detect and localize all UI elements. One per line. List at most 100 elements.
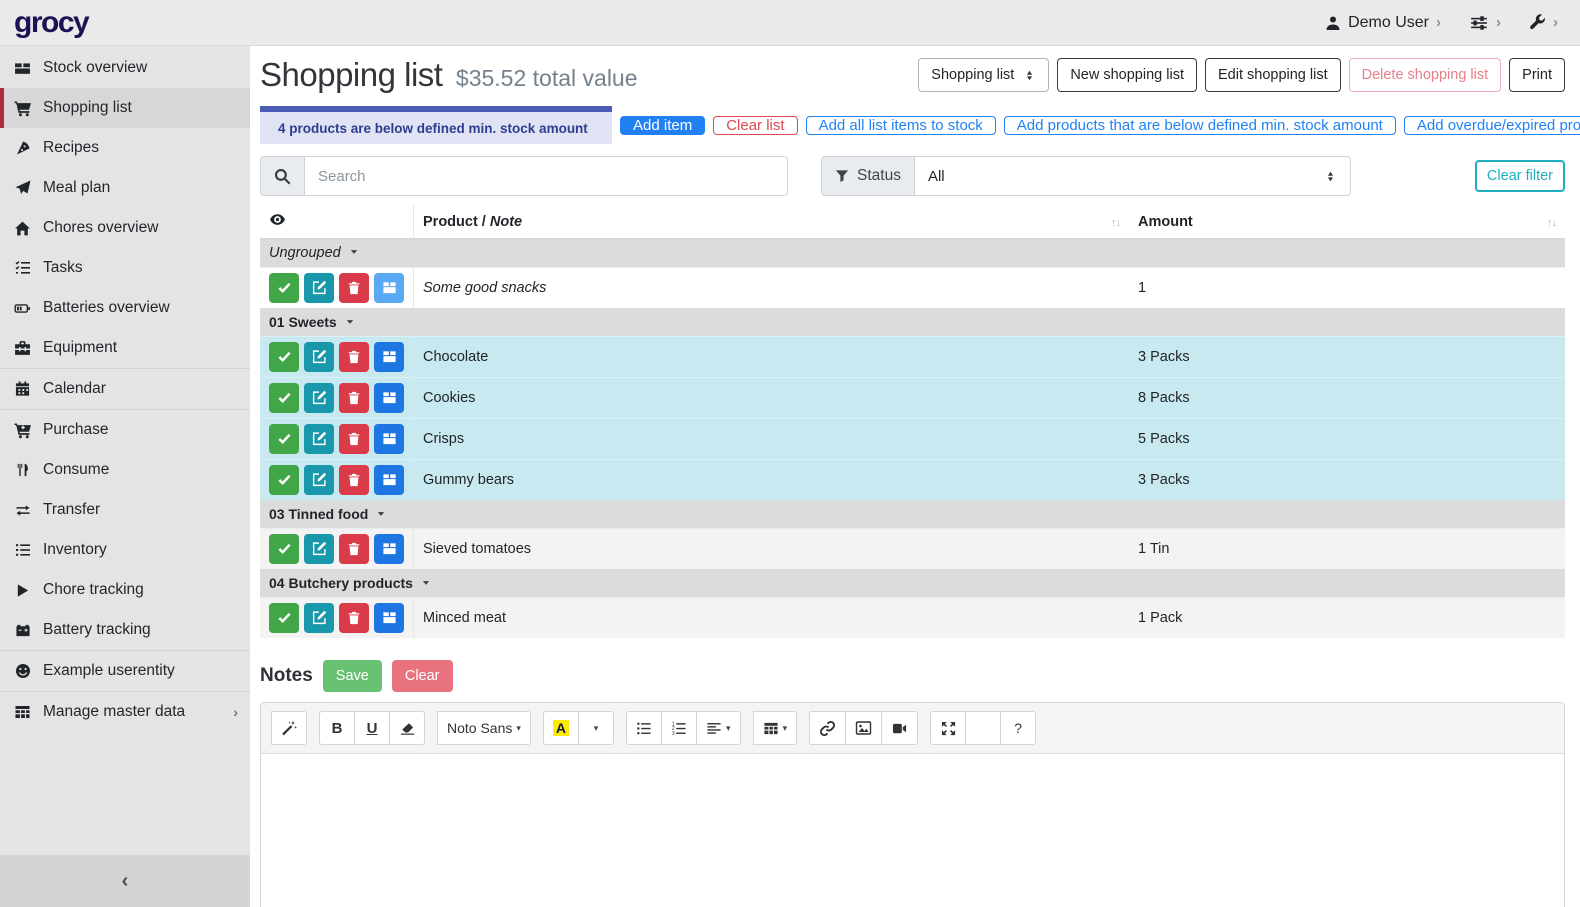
caret-down-icon (376, 506, 386, 522)
clear-format-button[interactable] (389, 711, 425, 745)
sidebar-item-recipes[interactable]: Recipes (0, 128, 250, 168)
product-name: Cookies (423, 390, 475, 406)
sidebar-item-purchase[interactable]: Purchase (0, 410, 250, 450)
clear-list-button[interactable]: Clear list (713, 116, 797, 135)
search-group (260, 156, 788, 196)
highlight-color-button[interactable]: A (543, 711, 579, 745)
row-delete-button[interactable] (339, 383, 369, 413)
row-edit-button[interactable] (304, 424, 334, 454)
row-delete-button[interactable] (339, 534, 369, 564)
settings-menu[interactable]: › (1469, 14, 1501, 32)
status-select[interactable]: All (915, 156, 1351, 196)
product-name: Minced meat (423, 610, 506, 626)
column-visibility-header[interactable] (260, 205, 414, 239)
sidebar-item-example-userentity[interactable]: Example userentity (0, 651, 250, 691)
row-edit-button[interactable] (304, 273, 334, 303)
sidebar-item-batteries-overview[interactable]: Batteries overview (0, 288, 250, 328)
unordered-list-button[interactable] (626, 711, 662, 745)
sidebar-item-manage-master-data[interactable]: Manage master data› (0, 692, 250, 732)
row-add-to-stock-button[interactable] (374, 342, 404, 372)
sidebar-item-stock-overview[interactable]: Stock overview (0, 48, 250, 88)
sidebar-item-inventory[interactable]: Inventory (0, 530, 250, 570)
row-edit-button[interactable] (304, 603, 334, 633)
sidebar-item-calendar[interactable]: Calendar (0, 369, 250, 409)
add-products-that-are-below-defined-min-stock-amount-button[interactable]: Add products that are below defined min.… (1004, 116, 1396, 135)
sidebar-item-tasks[interactable]: Tasks (0, 248, 250, 288)
row-add-to-stock-button[interactable] (374, 273, 404, 303)
underline-button[interactable]: U (354, 711, 390, 745)
sidebar-item-equipment[interactable]: Equipment (0, 328, 250, 368)
notes-editor-area[interactable] (261, 754, 1564, 907)
min-stock-banner[interactable]: 4 products are below defined min. stock … (260, 106, 612, 144)
ordered-list-button[interactable]: 123 (661, 711, 697, 745)
sidebar-item-meal-plan[interactable]: Meal plan (0, 168, 250, 208)
sidebar-collapse-button[interactable]: ‹ (0, 855, 250, 907)
sidebar-item-battery-tracking[interactable]: Battery tracking (0, 610, 250, 650)
admin-menu[interactable]: › (1529, 14, 1558, 31)
group-header-ungrouped[interactable]: Ungrouped (260, 239, 1565, 267)
code-view-button[interactable] (965, 711, 1001, 745)
search-input[interactable] (305, 156, 788, 196)
add-overdue-expired-products-button[interactable]: Add overdue/expired products (1404, 116, 1580, 135)
row-add-to-stock-button[interactable] (374, 534, 404, 564)
row-delete-button[interactable] (339, 342, 369, 372)
row-done-button[interactable] (269, 342, 299, 372)
row-done-button[interactable] (269, 465, 299, 495)
insert-table-button[interactable]: ▾ (753, 711, 798, 745)
group-header-04-butchery-products[interactable]: 04 Butchery products (260, 569, 1565, 597)
print-button[interactable]: Print (1509, 58, 1565, 92)
user-menu[interactable]: Demo User › (1325, 14, 1441, 32)
sidebar-item-shopping-list[interactable]: Shopping list (0, 88, 250, 128)
sidebar-item-consume[interactable]: Consume (0, 450, 250, 490)
row-edit-button[interactable] (304, 534, 334, 564)
row-delete-button[interactable] (339, 465, 369, 495)
row-edit-button[interactable] (304, 465, 334, 495)
paragraph-style-button[interactable]: ▾ (696, 711, 741, 745)
unordered-list-icon (636, 721, 652, 736)
trash-icon (347, 473, 361, 487)
row-add-to-stock-button[interactable] (374, 424, 404, 454)
font-family-button[interactable]: Noto Sans▾ (437, 711, 531, 745)
toolbar-group: Noto Sans▾ (437, 711, 531, 745)
insert-picture-button[interactable] (845, 711, 882, 745)
row-done-button[interactable] (269, 534, 299, 564)
row-delete-button[interactable] (339, 273, 369, 303)
row-done-button[interactable] (269, 273, 299, 303)
fullscreen-button[interactable] (930, 711, 966, 745)
list-action-buttons: Add item Clear list Add all list items to … (620, 106, 1580, 144)
row-delete-button[interactable] (339, 424, 369, 454)
add-item-button[interactable]: Add item (620, 116, 705, 135)
product-column-header[interactable]: Product / Note ↑↓ (414, 205, 1130, 239)
add-all-list-items-to-stock-button[interactable]: Add all list items to stock (806, 116, 996, 135)
clear-filter-button[interactable]: Clear filter (1475, 160, 1565, 192)
row-done-button[interactable] (269, 424, 299, 454)
help-button[interactable]: ? (1000, 711, 1036, 745)
color-picker-button[interactable]: ▾ (578, 711, 614, 745)
sidebar-item-transfer[interactable]: Transfer (0, 490, 250, 530)
insert-link-button[interactable] (809, 711, 846, 745)
edit-shopping-list-button[interactable]: Edit shopping list (1205, 58, 1341, 92)
row-add-to-stock-button[interactable] (374, 465, 404, 495)
notes-save-button[interactable]: Save (323, 660, 382, 692)
group-header-03-tinned-food[interactable]: 03 Tinned food (260, 500, 1565, 528)
shopping-list-select[interactable]: Shopping list (918, 58, 1049, 92)
app-logo[interactable]: grocy (14, 6, 88, 40)
insert-video-button[interactable] (881, 711, 918, 745)
row-done-button[interactable] (269, 603, 299, 633)
check-icon (277, 280, 292, 295)
notes-clear-button[interactable]: Clear (392, 660, 453, 692)
row-delete-button[interactable] (339, 603, 369, 633)
group-header-01-sweets[interactable]: 01 Sweets (260, 308, 1565, 336)
sidebar-item-chore-tracking[interactable]: Chore tracking (0, 570, 250, 610)
row-add-to-stock-button[interactable] (374, 383, 404, 413)
sidebar-item-chores-overview[interactable]: Chores overview (0, 208, 250, 248)
row-edit-button[interactable] (304, 383, 334, 413)
new-shopping-list-button[interactable]: New shopping list (1057, 58, 1197, 92)
row-edit-button[interactable] (304, 342, 334, 372)
row-done-button[interactable] (269, 383, 299, 413)
style-button[interactable] (271, 711, 307, 745)
bold-button[interactable]: B (319, 711, 355, 745)
delete-shopping-list-button[interactable]: Delete shopping list (1349, 58, 1502, 92)
row-add-to-stock-button[interactable] (374, 603, 404, 633)
amount-column-header[interactable]: Amount ↑↓ (1129, 205, 1565, 239)
